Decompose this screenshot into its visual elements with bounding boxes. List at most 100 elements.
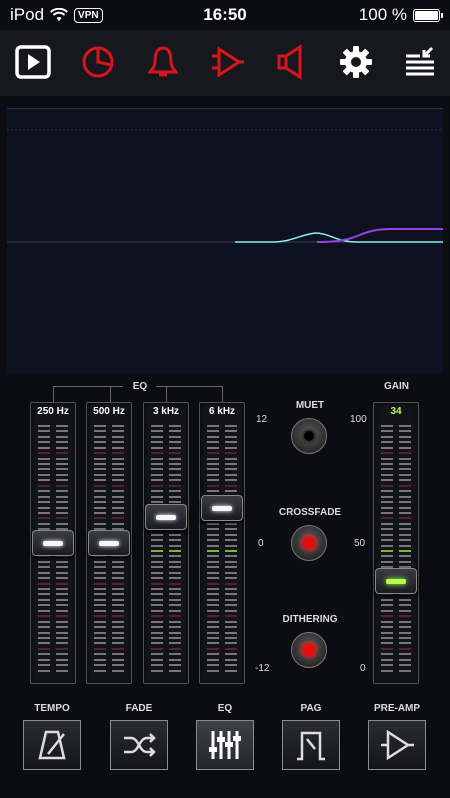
slider-tick (38, 593, 68, 595)
slider-tick (381, 517, 411, 519)
slider-tick (38, 572, 68, 574)
top-toolbar (0, 30, 450, 96)
eq-slider-handle[interactable] (88, 530, 130, 556)
slider-tick (151, 447, 181, 449)
slider-tick (94, 621, 124, 623)
slider-tick (38, 621, 68, 623)
slider-tick (94, 501, 124, 503)
slider-tick (151, 539, 181, 541)
slider-tick (151, 583, 181, 585)
settings-button[interactable] (336, 42, 376, 82)
slider-tick (151, 599, 181, 601)
slider-tick (207, 621, 237, 623)
shuffle-icon (124, 733, 156, 757)
slider-tick (38, 501, 68, 503)
slider-tick (381, 452, 411, 454)
tempo-button[interactable] (23, 720, 81, 770)
slider-tick (94, 436, 124, 438)
pag-button[interactable] (282, 720, 340, 770)
slider-tick (207, 447, 237, 449)
slider-tick (207, 626, 237, 628)
slider-tick (38, 637, 68, 639)
slider-tick (151, 550, 181, 552)
slider-tick (38, 430, 68, 432)
slider-tick (207, 632, 237, 634)
slider-tick (381, 599, 411, 601)
slider-tick (94, 664, 124, 666)
slider-tick (151, 441, 181, 443)
eq-scale-top: 12 (256, 414, 268, 425)
gain-scale-top: 100 (350, 414, 367, 425)
slider-tick (94, 485, 124, 487)
eq-freq-label: 3 kHz (152, 406, 180, 417)
slider-tick (381, 534, 411, 536)
eq-freq-label: 6 kHz (208, 406, 236, 417)
slider-tick (94, 653, 124, 655)
slider-tick (207, 593, 237, 595)
play-button[interactable] (13, 42, 53, 82)
fade-button[interactable] (110, 720, 168, 770)
slider-tick (381, 490, 411, 492)
eq-tab-button[interactable] (196, 720, 254, 770)
amp-icon (212, 46, 244, 78)
slider-tick (207, 577, 237, 579)
dithering-button[interactable] (291, 632, 327, 668)
slider-tick (207, 485, 237, 487)
output-button[interactable] (207, 42, 247, 82)
slider-tick (381, 626, 411, 628)
slider-tick (207, 648, 237, 650)
gain-slider-handle[interactable] (375, 567, 417, 594)
queue-icon (406, 46, 434, 76)
slider-tick (151, 479, 181, 481)
slider-tick (381, 463, 411, 465)
slider-tick (381, 648, 411, 650)
slider-tick (207, 659, 237, 661)
eq-slider-handle[interactable] (32, 530, 74, 556)
slider-tick (94, 642, 124, 644)
eq-slider-500[interactable]: 500 Hz (86, 402, 132, 684)
slider-tick (381, 436, 411, 438)
slider-tick (94, 512, 124, 514)
slider-tick (381, 447, 411, 449)
slider-tick (94, 463, 124, 465)
slider-tick (381, 632, 411, 634)
slider-tick (38, 632, 68, 634)
slider-tick (38, 648, 68, 650)
slider-tick (151, 436, 181, 438)
eq-slider-3k[interactable]: 3 kHz (143, 402, 189, 684)
eq-group-label: EQ (132, 381, 148, 392)
eq-freq-label: 500 Hz (93, 406, 125, 417)
alarm-button[interactable] (143, 42, 183, 82)
slider-tick (94, 637, 124, 639)
eq-scale-mid: 0 (258, 538, 264, 549)
dithering-indicator (302, 643, 316, 657)
eq-slider-handle[interactable] (145, 504, 187, 531)
timer-button[interactable] (78, 42, 118, 82)
slider-tick (207, 550, 237, 552)
slider-tick (38, 517, 68, 519)
gear-icon (340, 46, 372, 78)
eq-slider-250[interactable]: 250 Hz (30, 402, 76, 684)
slider-tick (38, 468, 68, 470)
slider-tick (94, 561, 124, 563)
eq-slider-handle[interactable] (201, 494, 243, 521)
battery-percent: 100 % (358, 5, 407, 24)
speaker-button[interactable] (272, 42, 312, 82)
slider-tick (381, 474, 411, 476)
slider-tick (38, 615, 68, 617)
crossfade-button[interactable] (291, 525, 327, 561)
muet-button[interactable] (291, 418, 327, 454)
slider-tick (381, 496, 411, 498)
slider-tick (151, 468, 181, 470)
eq-slider-6k[interactable]: 6 kHz (199, 402, 245, 684)
slider-tick (151, 561, 181, 563)
slider-tick (151, 610, 181, 612)
gain-slider[interactable]: 34 (373, 402, 419, 684)
slider-tick (151, 637, 181, 639)
slider-tick (151, 642, 181, 644)
preamp-button[interactable] (368, 720, 426, 770)
slider-tick (151, 572, 181, 574)
crossfade-indicator (302, 536, 316, 550)
queue-button[interactable] (400, 42, 440, 82)
slider-tick (94, 610, 124, 612)
